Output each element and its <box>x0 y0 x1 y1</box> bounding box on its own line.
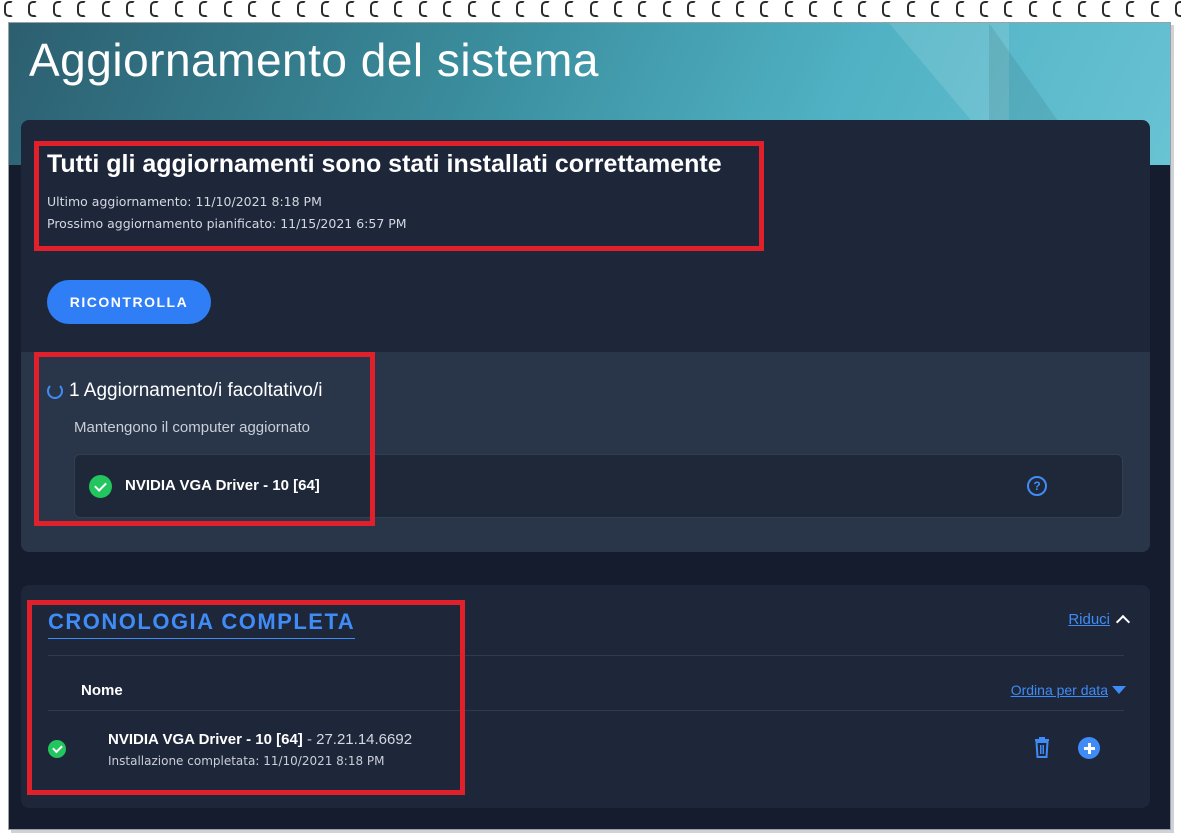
optional-updates-label: 1 Aggiornamento/i facoltativo/i <box>69 380 323 401</box>
refresh-icon <box>47 383 63 399</box>
recheck-button[interactable]: RICONTROLLA <box>47 280 211 324</box>
ring-icon <box>272 1 282 17</box>
ring-icon <box>321 1 331 17</box>
ring-icon <box>955 1 965 17</box>
status-title: Tutti gli aggiornamenti sono stati insta… <box>47 150 722 178</box>
ring-icon <box>833 1 843 17</box>
trash-icon[interactable] <box>1034 737 1050 758</box>
help-icon[interactable]: ? <box>1027 476 1047 496</box>
add-icon[interactable] <box>1078 737 1100 759</box>
check-circle-icon <box>89 475 112 498</box>
ring-icon <box>565 1 575 17</box>
optional-updates-title: 1 Aggiornamento/i facoltativo/i <box>47 380 323 402</box>
ring-icon <box>418 1 428 17</box>
ring-icon <box>1077 1 1087 17</box>
sort-control[interactable]: Ordina per data <box>1011 682 1126 698</box>
history-item-name: NVIDIA VGA Driver - 10 [64] - 27.21.14.6… <box>108 731 413 748</box>
ring-icon <box>467 1 477 17</box>
ring-icon <box>809 1 819 17</box>
ring-icon <box>4 1 13 17</box>
ring-icon <box>443 1 453 17</box>
page-title: Aggiornamento del sistema <box>29 34 599 86</box>
collapse-toggle[interactable]: Riduci <box>1068 611 1131 630</box>
driver-name: NVIDIA VGA Driver - 10 [64] <box>125 477 320 494</box>
history-card: CRONOLOGIA COMPLETA Riduci Nome Ordina p… <box>21 585 1150 808</box>
ring-icon <box>784 1 794 17</box>
ring-icon <box>687 1 697 17</box>
ring-icon <box>1126 1 1136 17</box>
ring-icon <box>345 1 355 17</box>
ring-icon <box>77 1 87 17</box>
ring-icon <box>711 1 721 17</box>
collapse-link[interactable]: Riduci <box>1068 611 1110 628</box>
history-item-status: Installazione completata: 11/10/2021 8:1… <box>108 754 385 768</box>
ring-icon <box>760 1 770 17</box>
divider <box>48 655 1124 656</box>
ring-icon <box>1028 1 1038 17</box>
last-update-text: Ultimo aggiornamento: 11/10/2021 8:18 PM <box>47 194 322 209</box>
ring-icon <box>370 1 379 17</box>
next-update-text: Prossimo aggiornamento pianificato: 11/1… <box>47 216 407 231</box>
ring-icon <box>1004 1 1014 17</box>
ring-icon <box>248 1 257 17</box>
ring-icon <box>589 1 599 17</box>
ring-icon <box>980 1 989 17</box>
ring-icon <box>52 1 62 17</box>
ring-icon <box>126 1 135 17</box>
ring-icon <box>858 1 867 17</box>
ring-icon <box>906 1 916 17</box>
ring-icon <box>516 1 526 17</box>
ring-icon <box>1053 1 1063 17</box>
chevron-up-icon[interactable] <box>1115 614 1131 630</box>
ring-icon <box>199 1 209 17</box>
ring-icon <box>1102 1 1111 17</box>
notebook-rings <box>0 0 1181 22</box>
history-title: CRONOLOGIA COMPLETA <box>48 609 356 639</box>
ring-icon <box>174 1 184 17</box>
ring-icon <box>540 1 550 17</box>
check-circle-icon <box>48 740 66 758</box>
ring-icon <box>394 1 404 17</box>
ring-icon <box>882 1 892 17</box>
ring-icon <box>1175 1 1181 17</box>
ring-icon <box>150 1 160 17</box>
ring-icon <box>736 1 745 17</box>
ring-icon <box>492 1 501 17</box>
ring-icon <box>638 1 648 17</box>
ring-icon <box>614 1 623 17</box>
optional-updates-section: 1 Aggiornamento/i facoltativo/i Mantengo… <box>21 352 1150 552</box>
app-window: Aggiornamento del sistema Tutti gli aggi… <box>8 22 1171 830</box>
ring-icon <box>1150 1 1160 17</box>
sort-down-icon[interactable] <box>1112 686 1126 694</box>
ring-icon <box>101 1 111 17</box>
divider <box>48 710 1124 711</box>
ring-icon <box>931 1 941 17</box>
optional-updates-subtitle: Mantengono il computer aggiornato <box>74 419 310 436</box>
ring-icon <box>28 1 38 17</box>
ring-icon <box>296 1 306 17</box>
column-header-name: Nome <box>81 682 123 699</box>
sort-by-date-link[interactable]: Ordina per data <box>1011 682 1108 698</box>
optional-driver-row[interactable]: NVIDIA VGA Driver - 10 [64] ? <box>74 454 1123 518</box>
status-card: Tutti gli aggiornamenti sono stati insta… <box>21 120 1150 552</box>
ring-icon <box>223 1 233 17</box>
ring-icon <box>662 1 672 17</box>
